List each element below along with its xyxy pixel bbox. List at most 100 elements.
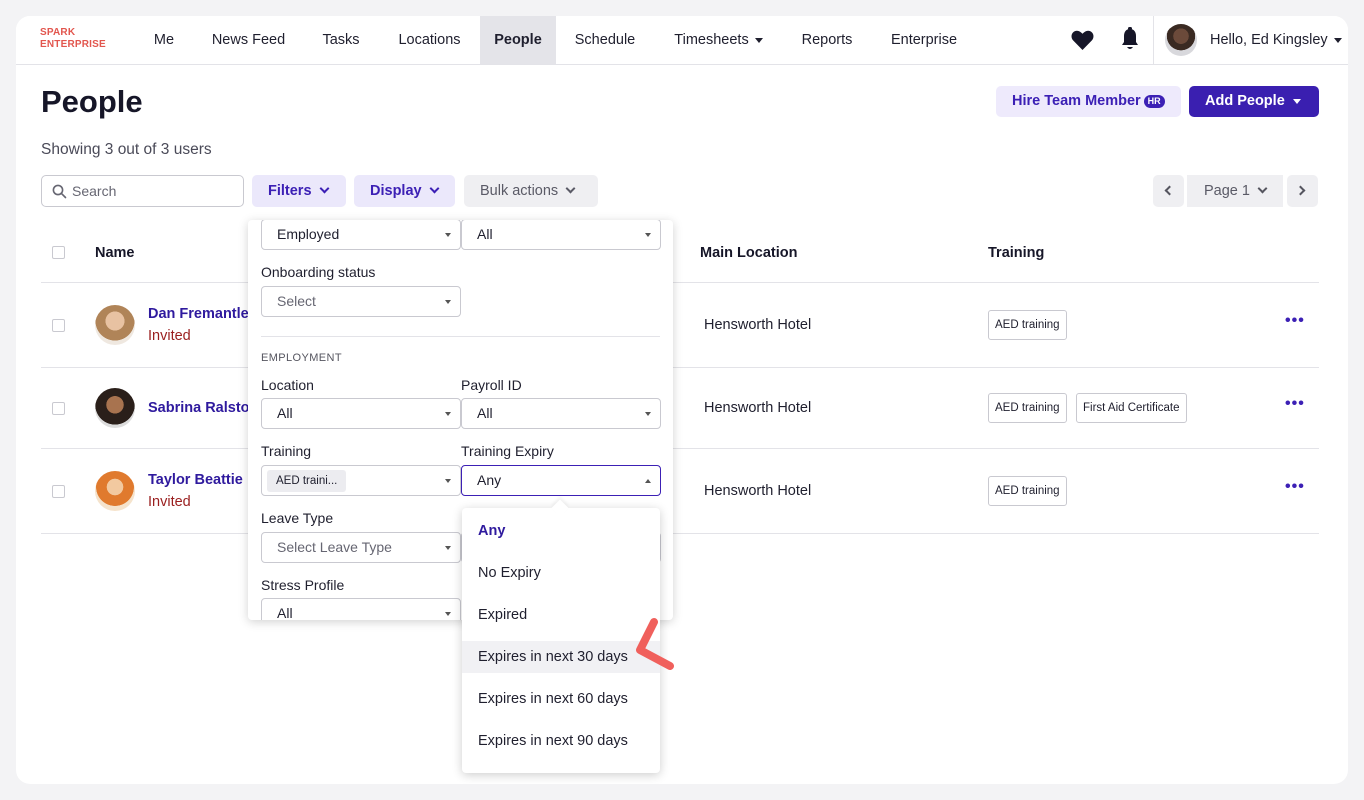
search-box — [41, 175, 244, 207]
select-value: All — [277, 405, 293, 421]
annotation-arrow-icon — [630, 616, 678, 677]
nav-item-people[interactable]: People — [480, 16, 556, 64]
select-value: All — [477, 405, 493, 421]
chevron-right-icon — [1295, 185, 1306, 196]
training-label: Training — [261, 443, 312, 459]
filter-select[interactable]: All — [461, 220, 661, 250]
filters-button[interactable]: Filters — [252, 175, 346, 207]
person-name[interactable]: Taylor Beattie — [148, 472, 243, 488]
page-select[interactable]: Page 1 — [1187, 175, 1283, 207]
nav-item-news-feed[interactable]: News Feed — [198, 16, 299, 64]
employment-status-select[interactable]: Employed — [261, 220, 461, 250]
column-header-name[interactable]: Name — [95, 245, 135, 261]
onboarding-status-label: Onboarding status — [261, 264, 376, 280]
more-actions-icon[interactable]: ••• — [1285, 312, 1305, 330]
training-chip: First Aid Certificate — [1076, 393, 1187, 423]
onboarding-status-select[interactable]: Select — [261, 286, 461, 317]
bulk-actions-button[interactable]: Bulk actions — [464, 175, 598, 207]
select-value: Employed — [277, 226, 340, 242]
user-greeting: Hello, Ed Kingsley — [1210, 32, 1328, 48]
payroll-id-label: Payroll ID — [461, 377, 522, 393]
search-input[interactable] — [72, 176, 232, 206]
display-label: Display — [370, 183, 422, 199]
training-chip: AED training — [988, 476, 1067, 506]
divider — [41, 533, 1319, 534]
training-select[interactable]: AED traini... — [261, 465, 461, 496]
add-people-button[interactable]: Add People — [1189, 86, 1319, 117]
row-checkbox[interactable] — [52, 402, 65, 415]
hr-badge: HR — [1143, 95, 1165, 108]
display-button[interactable]: Display — [354, 175, 455, 207]
select-value: Select — [277, 293, 316, 309]
prev-page-button[interactable] — [1153, 175, 1184, 207]
nav-separator — [1153, 16, 1154, 64]
training-chip: AED training — [988, 310, 1067, 340]
divider — [41, 367, 1319, 368]
person-name[interactable]: Sabrina Ralston — [148, 400, 258, 416]
row-checkbox[interactable] — [52, 485, 65, 498]
top-nav: SPARK ENTERPRISE Me News Feed Tasks Loca… — [16, 16, 1348, 65]
main-location: Hensworth Hotel — [704, 483, 812, 499]
row-checkbox[interactable] — [52, 319, 65, 332]
next-page-button[interactable] — [1287, 175, 1318, 207]
heart-icon[interactable] — [1070, 29, 1095, 56]
nav-item-me[interactable]: Me — [140, 16, 188, 64]
caret-down-icon — [445, 479, 451, 483]
status-badge: Invited — [148, 494, 191, 510]
nav-item-locations[interactable]: Locations — [383, 16, 476, 64]
chevron-left-icon — [1164, 185, 1175, 196]
payroll-id-select[interactable]: All — [461, 398, 661, 429]
column-header-training[interactable]: Training — [988, 245, 1044, 261]
column-header-main-location[interactable]: Main Location — [700, 245, 797, 261]
caret-down-icon — [445, 233, 451, 237]
more-actions-icon[interactable]: ••• — [1285, 478, 1305, 496]
option-no-expiry[interactable]: No Expiry — [462, 557, 660, 589]
bell-icon[interactable] — [1120, 27, 1140, 56]
section-heading-employment: EMPLOYMENT — [261, 352, 343, 364]
stress-profile-label: Stress Profile — [261, 577, 345, 593]
chevron-down-icon — [754, 37, 763, 43]
avatar[interactable] — [95, 471, 135, 511]
training-expiry-select[interactable]: Any — [461, 465, 661, 496]
nav-timesheets-label: Timesheets — [674, 32, 749, 48]
location-select[interactable]: All — [261, 398, 461, 429]
leave-type-select[interactable]: Select Leave Type — [261, 532, 461, 563]
brand-line2: ENTERPRISE — [40, 39, 106, 50]
caret-down-icon — [645, 412, 651, 416]
training-tag[interactable]: AED traini... — [267, 470, 347, 492]
caret-up-icon — [645, 479, 651, 483]
brand-logo[interactable]: SPARK ENTERPRISE — [40, 27, 106, 51]
more-actions-icon[interactable]: ••• — [1285, 395, 1305, 413]
user-menu[interactable]: Hello, Ed Kingsley — [1210, 16, 1342, 64]
training-expiry-label: Training Expiry — [461, 443, 554, 459]
chevron-down-icon — [429, 183, 440, 194]
hire-team-member-button[interactable]: Hire Team Member HR — [996, 86, 1181, 117]
select-all-checkbox[interactable] — [52, 246, 65, 259]
search-icon — [52, 184, 67, 204]
avatar[interactable] — [95, 305, 135, 345]
leave-type-label: Leave Type — [261, 510, 334, 526]
select-value: Any — [477, 472, 502, 488]
option-expires-90-days[interactable]: Expires in next 90 days — [462, 725, 660, 757]
bulk-actions-label: Bulk actions — [480, 183, 559, 199]
hire-label: Hire Team Member — [1012, 93, 1141, 109]
stress-profile-select[interactable]: All — [261, 598, 461, 620]
chevron-down-icon — [565, 183, 576, 194]
page-title: People — [41, 84, 143, 119]
avatar[interactable] — [95, 388, 135, 428]
option-expires-60-days[interactable]: Expires in next 60 days — [462, 683, 660, 715]
nav-item-timesheets[interactable]: Timesheets — [660, 16, 777, 64]
nav-item-enterprise[interactable]: Enterprise — [877, 16, 971, 64]
nav-item-reports[interactable]: Reports — [787, 16, 867, 64]
option-any[interactable]: Any — [462, 515, 660, 547]
person-name[interactable]: Dan Fremantle — [148, 306, 249, 322]
caret-down-icon — [645, 233, 651, 237]
select-value: All — [277, 605, 293, 620]
app-window: SPARK ENTERPRISE Me News Feed Tasks Loca… — [16, 16, 1348, 784]
location-label: Location — [261, 377, 314, 393]
nav-item-tasks[interactable]: Tasks — [309, 16, 373, 64]
nav-item-schedule[interactable]: Schedule — [560, 16, 650, 64]
status-badge: Invited — [148, 328, 191, 344]
user-avatar[interactable] — [1165, 24, 1197, 56]
select-value: Select Leave Type — [277, 539, 392, 555]
